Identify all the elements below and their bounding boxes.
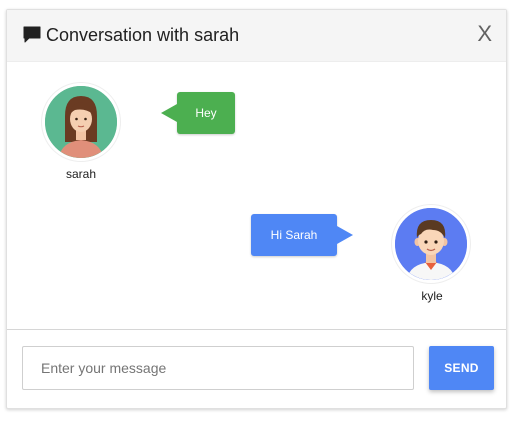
avatar-name-kyle: kyle [421,289,443,303]
chat-window: Conversation with sarah X sarah Hey kyle… [6,9,507,409]
avatar-sarah [42,83,120,161]
message-input[interactable] [22,346,414,390]
avatar-kyle [392,205,470,283]
message-composer: SEND [7,329,506,409]
kyle-avatar-icon [395,208,467,280]
send-button[interactable]: SEND [429,346,494,390]
message-bubble-sarah: Hey [161,92,235,134]
message-bubble-kyle: Hi Sarah [251,214,353,256]
avatar-name-sarah: sarah [65,167,97,181]
close-button[interactable]: X [477,21,492,47]
sarah-avatar-icon [45,86,117,158]
chat-title: Conversation with sarah [46,25,240,45]
chat-header: Conversation with sarah X [7,10,506,62]
chat-bubble-icon [23,26,41,43]
